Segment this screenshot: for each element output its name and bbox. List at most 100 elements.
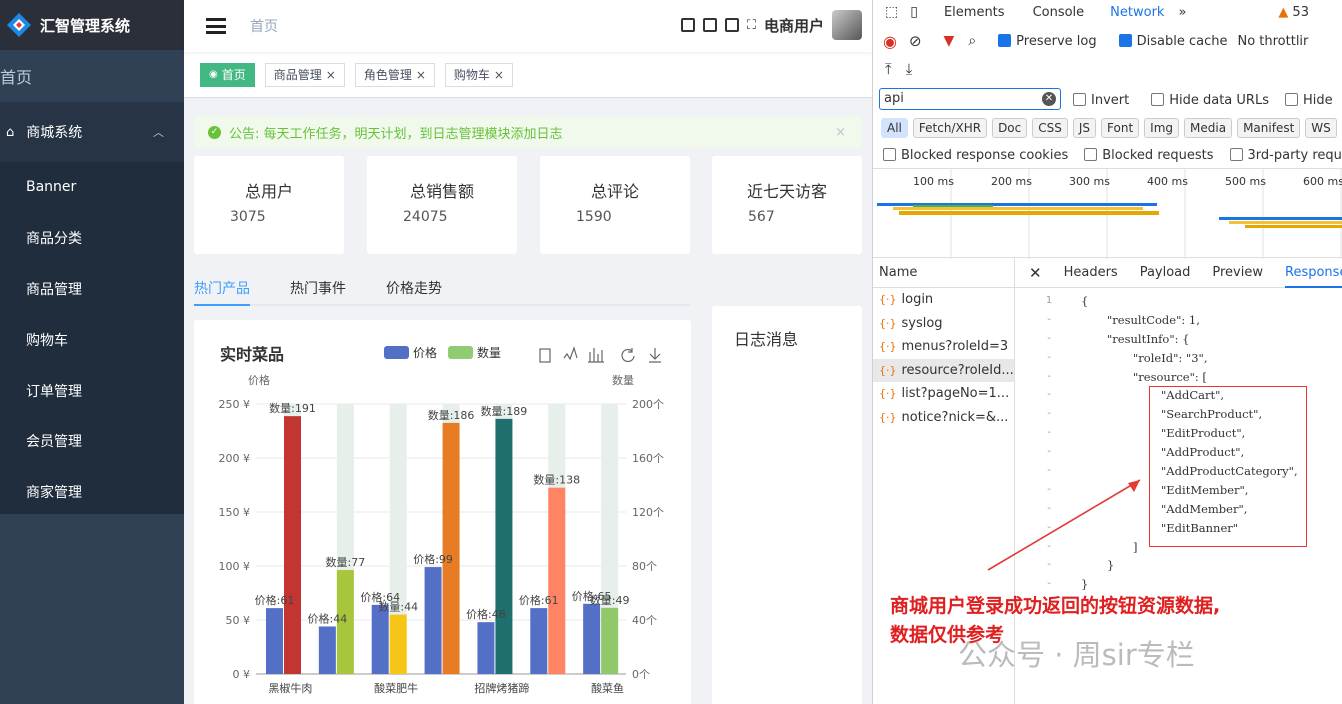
sidebar-item-product[interactable]: 商品管理 (0, 264, 184, 315)
legend-price[interactable]: 价格 (413, 345, 437, 360)
more-tabs-icon[interactable]: » (1178, 5, 1186, 20)
close-icon[interactable]: × (494, 68, 504, 82)
sidebar-item-merchant[interactable]: 商家管理 (0, 467, 184, 518)
request-row[interactable]: {·} login (873, 288, 1014, 312)
tab-network[interactable]: Network (1110, 5, 1164, 20)
hamburger-icon[interactable] (206, 18, 226, 34)
request-row[interactable]: {·} notice?nick=&... (873, 406, 1014, 430)
user-name[interactable]: 电商用户 (764, 15, 824, 36)
sidebar-item-banner[interactable]: Banner (0, 162, 184, 213)
request-row[interactable]: {·} menus?roleId=3 (873, 335, 1014, 359)
request-row[interactable]: {·} syslog (873, 312, 1014, 336)
bar-chart-icon[interactable] (588, 348, 604, 363)
data-label-qty: 数量:186 (428, 409, 475, 422)
avatar[interactable] (832, 10, 862, 40)
tag-role[interactable]: 角色管理 × (354, 62, 435, 87)
tag-cart[interactable]: 购物车 × (444, 62, 513, 87)
data-view-icon[interactable] (539, 348, 551, 363)
code-text: "resultInfo": { (1107, 331, 1190, 346)
app-logo[interactable]: 汇智管理系统 (0, 0, 184, 50)
notice-alert: ✓ 公告: 每天工作任务，明天计划，到日志管理模块添加日志 × (194, 116, 862, 148)
tab-payload[interactable]: Payload (1140, 265, 1191, 280)
search-icon[interactable] (680, 18, 695, 32)
type-filter-font[interactable]: Font (1101, 118, 1140, 138)
bar-qty (389, 614, 407, 674)
legend-swatch-price[interactable] (384, 346, 409, 359)
type-filter-all[interactable]: All (881, 118, 908, 138)
network-toolbar: ◉ ⊘ ▼ ⌕ Preserve log Disable cache No th… (873, 30, 1342, 52)
type-filter-css[interactable]: CSS (1032, 118, 1068, 138)
document-icon[interactable] (702, 18, 717, 32)
line-number: - (1047, 370, 1051, 382)
app-title: 汇智管理系统 (40, 16, 131, 35)
close-icon[interactable]: ✕ (1029, 264, 1042, 282)
fullscreen-icon[interactable]: ⛶ (747, 18, 756, 33)
close-icon[interactable]: × (326, 68, 336, 82)
sidebar-group-mall[interactable]: ⌂ 商城系统 ︿ (0, 102, 184, 162)
close-icon[interactable]: × (416, 68, 426, 82)
search-icon[interactable]: ⌕ (968, 33, 976, 49)
timeline-tick: 400 ms (1147, 175, 1188, 188)
name-header[interactable]: Name (873, 258, 1014, 288)
filter-icon[interactable]: ▼ (944, 33, 955, 49)
type-filter-img[interactable]: Img (1144, 118, 1180, 138)
tab-price-trend[interactable]: 价格走势 (386, 276, 442, 306)
record-icon[interactable]: ◉ (883, 32, 897, 51)
type-filter-js[interactable]: JS (1072, 118, 1097, 138)
timeline-tick: 300 ms (1069, 175, 1110, 188)
type-filter-doc[interactable]: Doc (992, 118, 1028, 138)
highlight-box (1149, 386, 1307, 547)
y-right-tick: 120个 (632, 506, 664, 519)
tab-hot-products[interactable]: 热门产品 (194, 276, 250, 306)
hide-data-urls-checkbox[interactable]: Hide data URLs (1151, 92, 1269, 108)
disable-cache-checkbox[interactable]: Disable cache (1118, 33, 1227, 49)
blocked-requests-checkbox[interactable]: Blocked requests (1084, 147, 1214, 163)
invert-checkbox[interactable]: Invert (1073, 92, 1129, 108)
type-filter-ws[interactable]: WS (1305, 118, 1337, 138)
export-icon[interactable]: ⤓ (906, 60, 913, 78)
clear-filter-icon[interactable]: ✕ (1042, 92, 1056, 106)
tab-elements[interactable]: Elements (944, 5, 1005, 20)
breadcrumb[interactable]: 首页 (250, 16, 278, 36)
request-row-selected[interactable]: {·} resource?roleId... (873, 358, 1014, 382)
device-icon[interactable]: ▯ (910, 4, 918, 20)
chart-tabs: 热门产品 热门事件 价格走势 (194, 276, 690, 306)
warning-count[interactable]: 53 (1292, 5, 1309, 20)
restore-icon[interactable] (621, 348, 635, 363)
third-party-label: 3rd-party requ (1247, 147, 1342, 163)
download-icon[interactable] (649, 348, 661, 363)
hide-checkbox[interactable]: Hide (1284, 92, 1333, 108)
blocked-cookies-checkbox[interactable]: Blocked response cookies (883, 147, 1068, 163)
font-size-icon[interactable] (724, 18, 739, 32)
tag-home[interactable]: ◉ 首页 (200, 62, 255, 87)
clear-icon[interactable]: ⊘ (909, 32, 922, 50)
tab-preview[interactable]: Preview (1212, 265, 1263, 280)
close-icon[interactable]: × (835, 125, 846, 140)
sidebar-home[interactable]: 首页 (0, 50, 184, 102)
throttling-select[interactable]: No throttlir (1237, 34, 1308, 49)
legend-qty[interactable]: 数量 (477, 345, 501, 360)
data-label-qty: 数量:138 (533, 474, 580, 487)
tab-response[interactable]: Response (1285, 258, 1342, 288)
tag-product[interactable]: 商品管理 × (264, 62, 345, 87)
filter-input[interactable]: api ✕ (879, 88, 1061, 110)
tab-hot-events[interactable]: 热门事件 (290, 276, 346, 306)
sidebar-item-category[interactable]: 商品分类 (0, 213, 184, 264)
import-icon[interactable]: ⤒ (885, 60, 892, 78)
sidebar-item-order[interactable]: 订单管理 (0, 365, 184, 416)
tab-headers[interactable]: Headers (1064, 265, 1118, 280)
third-party-checkbox[interactable]: 3rd-party requ (1229, 147, 1342, 163)
inspect-icon[interactable]: ⬚ (885, 4, 898, 20)
legend-swatch-qty[interactable] (448, 346, 473, 359)
sidebar-item-member[interactable]: 会员管理 (0, 416, 184, 467)
type-filter-fetch[interactable]: Fetch/XHR (912, 118, 988, 138)
type-filter-media[interactable]: Media (1184, 118, 1233, 138)
tab-console[interactable]: Console (1033, 5, 1085, 20)
network-timeline[interactable]: 100 ms 200 ms 300 ms 400 ms 500 ms 600 m… (873, 168, 1342, 259)
preserve-log-checkbox[interactable]: Preserve log (998, 33, 1097, 49)
line-chart-icon[interactable] (563, 346, 578, 361)
request-row[interactable]: {·} list?pageNo=1... (873, 382, 1014, 406)
sidebar-item-cart[interactable]: 购物车 (0, 314, 184, 365)
type-filter-manifest[interactable]: Manifest (1237, 118, 1301, 138)
line-number: - (1047, 389, 1051, 401)
